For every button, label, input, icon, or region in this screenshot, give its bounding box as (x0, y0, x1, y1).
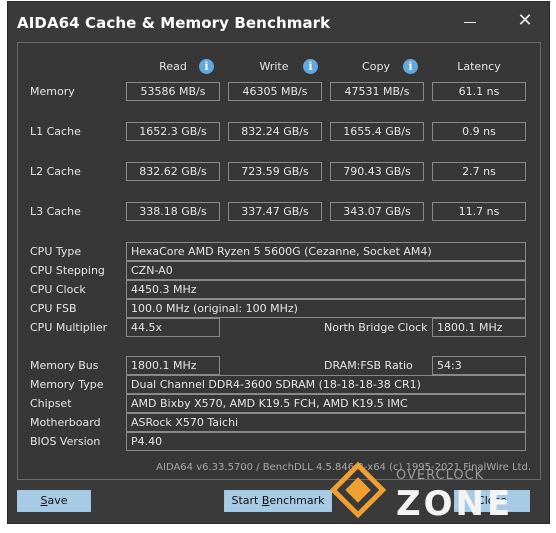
memory-latency-value: 61.1 ns (432, 82, 526, 101)
cpu-type-label: CPU Type (30, 245, 82, 258)
cpu-clock-label: CPU Clock (30, 283, 86, 296)
memory-type-label: Memory Type (30, 378, 104, 391)
watermark-bottom-text: ZONE (396, 484, 514, 524)
l2-latency-value: 2.7 ns (432, 162, 526, 181)
memory-write-value: 46305 MB/s (228, 82, 322, 101)
close-window-button[interactable]: ✕ (512, 10, 538, 32)
start-benchmark-button[interactable]: Start Benchmark (224, 490, 332, 512)
memory-read-value: 53586 MB/s (126, 82, 220, 101)
watermark-top-text: OVERCLOCK (396, 468, 485, 483)
row-label-memory: Memory (30, 85, 75, 98)
benchmark-window: AIDA64 Cache & Memory Benchmark ✕ Read i… (7, 1, 550, 524)
memory-bus-label: Memory Bus (30, 359, 99, 372)
write-info-icon[interactable]: i (303, 59, 318, 74)
dram-fsb-ratio-label: DRAM:FSB Ratio (324, 359, 413, 372)
l3-write-value: 337.47 GB/s (228, 202, 322, 221)
cpu-fsb-label: CPU FSB (30, 302, 77, 315)
row-label-l1: L1 Cache (30, 125, 81, 138)
minimize-icon (464, 22, 476, 23)
cpu-type-value: HexaCore AMD Ryzen 5 5600G (Cezanne, Soc… (126, 242, 526, 261)
l3-read-value: 338.18 GB/s (126, 202, 220, 221)
l2-read-value: 832.62 GB/s (126, 162, 220, 181)
read-info-icon[interactable]: i (199, 59, 214, 74)
bios-version-label: BIOS Version (30, 435, 101, 448)
l2-write-value: 723.59 GB/s (228, 162, 322, 181)
cpu-clock-value: 4450.3 MHz (126, 280, 526, 299)
start-label-rest: enchmark (269, 494, 325, 507)
memory-copy-value: 47531 MB/s (330, 82, 424, 101)
motherboard-value: ASRock X570 Taichi (126, 413, 526, 432)
l1-copy-value: 1655.4 GB/s (330, 122, 424, 141)
l1-latency-value: 0.9 ns (432, 122, 526, 141)
cpu-fsb-value: 100.0 MHz (original: 100 MHz) (126, 299, 526, 318)
cpu-multiplier-value: 44.5x (126, 318, 220, 337)
start-label-prefix: Start (231, 494, 262, 507)
save-button[interactable]: Save (17, 490, 91, 512)
chipset-label: Chipset (30, 397, 72, 410)
cpu-stepping-label: CPU Stepping (30, 264, 105, 277)
copy-info-icon[interactable]: i (403, 59, 418, 74)
l1-read-value: 1652.3 GB/s (126, 122, 220, 141)
l3-latency-value: 11.7 ns (432, 202, 526, 221)
l2-copy-value: 790.43 GB/s (330, 162, 424, 181)
dram-fsb-ratio-value: 54:3 (432, 356, 526, 375)
window-title: AIDA64 Cache & Memory Benchmark (17, 14, 331, 32)
cpu-stepping-value: CZN-A0 (126, 261, 526, 280)
l3-copy-value: 343.07 GB/s (330, 202, 424, 221)
minimize-button[interactable] (457, 10, 483, 32)
cpu-multiplier-label: CPU Multiplier (30, 321, 108, 334)
l1-write-value: 832.24 GB/s (228, 122, 322, 141)
motherboard-label: Motherboard (30, 416, 101, 429)
memory-type-value: Dual Channel DDR4-3600 SDRAM (18-18-18-3… (126, 375, 526, 394)
nb-clock-value: 1800.1 MHz (432, 318, 526, 337)
overclock-zone-watermark: OVERCLOCK ZONE (329, 461, 550, 524)
row-label-l2: L2 Cache (30, 165, 81, 178)
row-label-l3: L3 Cache (30, 205, 81, 218)
chipset-value: AMD Bixby X570, AMD K19.5 FCH, AMD K19.5… (126, 394, 526, 413)
save-label: ave (47, 494, 68, 507)
nb-clock-label: North Bridge Clock (324, 321, 428, 334)
memory-bus-value: 1800.1 MHz (126, 356, 220, 375)
bios-version-value: P4.40 (126, 432, 526, 451)
title-bar[interactable]: AIDA64 Cache & Memory Benchmark ✕ (8, 2, 549, 40)
column-latency: Latency (457, 60, 501, 73)
close-icon: ✕ (517, 10, 533, 31)
